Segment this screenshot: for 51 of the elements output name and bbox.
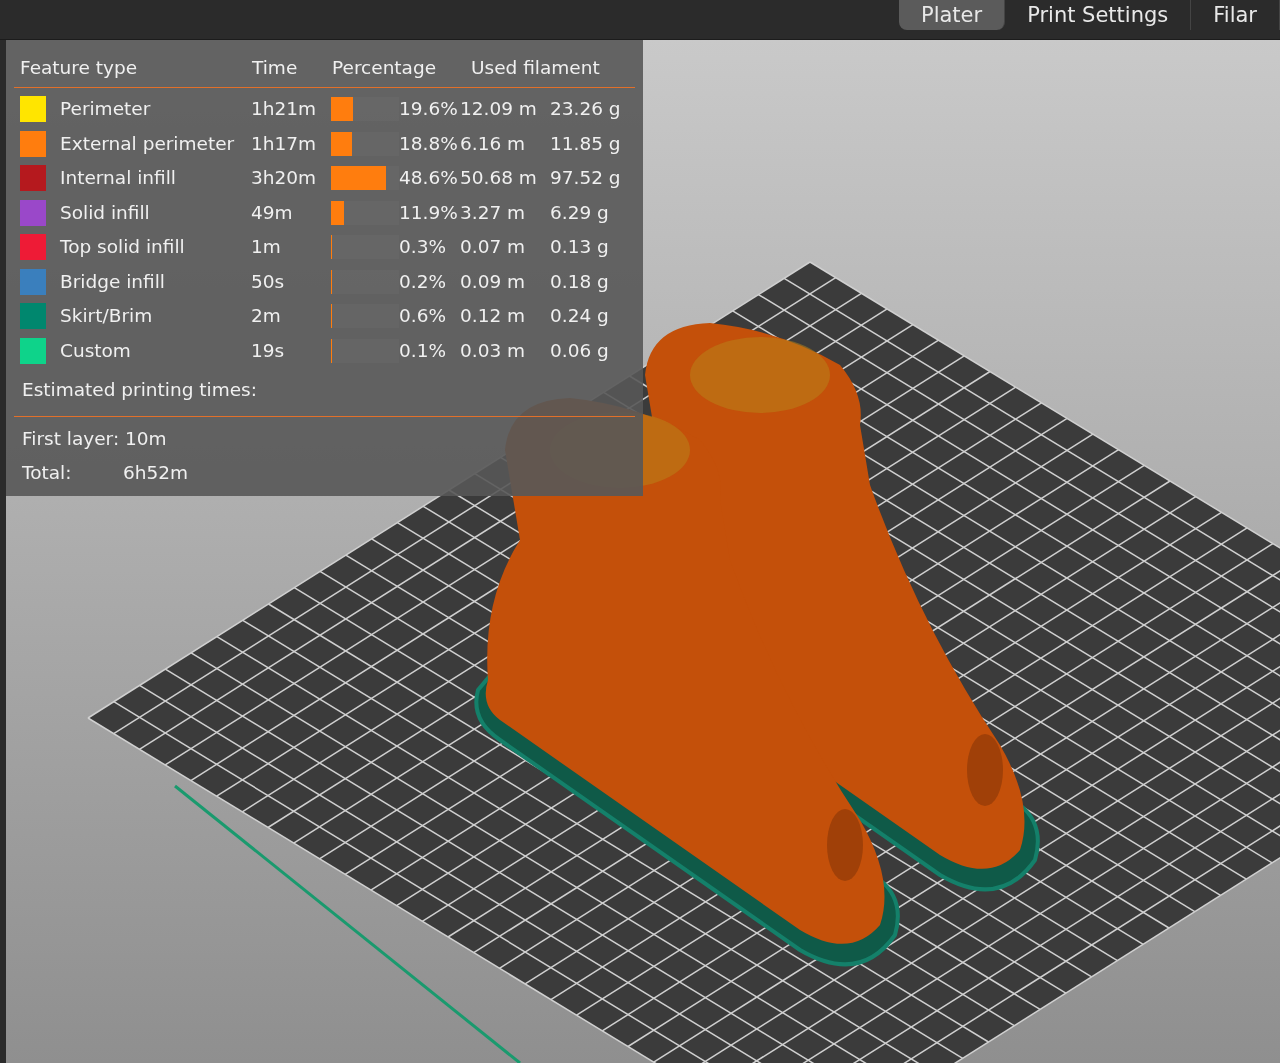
time-value: 3h20m	[251, 166, 318, 191]
weight-value: 23.26 g	[550, 97, 622, 122]
feature-name: Top solid infill	[60, 235, 186, 260]
tab[interactable]: Plater	[899, 0, 1006, 30]
time-value: 50s	[251, 269, 286, 294]
percentage-value: 0.2%	[399, 269, 447, 294]
length-value: 3.27 m	[460, 200, 527, 225]
time-value: 19s	[251, 338, 286, 363]
weight-value: 97.52 g	[550, 166, 622, 191]
percentage-value: 48.6%	[399, 166, 459, 191]
weight-value: 0.24 g	[550, 304, 610, 329]
length-value: 0.03 m	[460, 338, 527, 363]
column-header: Used filament	[471, 56, 601, 80]
first-layer-time: First layer: 10m	[21, 427, 168, 451]
feature-name: Skirt/Brim	[60, 304, 154, 329]
percentage-value: 11.9%	[399, 200, 459, 225]
percentage-value: 0.6%	[399, 304, 447, 329]
feature-name: External perimeter	[60, 131, 236, 156]
section-title: Estimated printing times:	[21, 378, 258, 402]
length-value: 50.68 m	[460, 166, 538, 191]
weight-value: 0.13 g	[550, 235, 610, 260]
time-value: 2m	[251, 304, 282, 329]
length-value: 0.07 m	[460, 235, 527, 260]
column-header: Time	[252, 56, 299, 80]
length-value: 0.09 m	[460, 269, 527, 294]
feature-name: Custom	[60, 338, 132, 363]
length-value: 12.09 m	[460, 97, 538, 122]
tab[interactable]: Print Settings	[1005, 0, 1192, 30]
length-value: 0.12 m	[460, 304, 527, 329]
weight-value: 6.29 g	[550, 200, 610, 225]
feature-name: Bridge infill	[60, 269, 166, 294]
time-value: 1h17m	[251, 131, 318, 156]
length-value: 6.16 m	[460, 131, 527, 156]
time-value: 1h21m	[251, 97, 318, 122]
percentage-value: 19.6%	[399, 97, 459, 122]
weight-value: 0.18 g	[550, 269, 610, 294]
weight-value: 11.85 g	[550, 131, 622, 156]
total-value: 6h52m	[123, 461, 189, 485]
time-value: 1m	[251, 235, 282, 260]
tab[interactable]: Filar	[1191, 0, 1280, 30]
percentage-value: 0.3%	[399, 235, 447, 260]
column-header: Feature type	[20, 56, 139, 80]
weight-value: 0.06 g	[550, 338, 610, 363]
total-label: Total:	[22, 461, 73, 485]
feature-name: Internal infill	[60, 166, 177, 191]
percentage-value: 0.1%	[399, 338, 447, 363]
column-header: Percentage	[332, 56, 438, 80]
time-value: 49m	[251, 200, 294, 225]
percentage-value: 18.8%	[399, 131, 459, 156]
feature-name: Perimeter	[60, 97, 152, 122]
feature-name: Solid infill	[60, 200, 151, 225]
